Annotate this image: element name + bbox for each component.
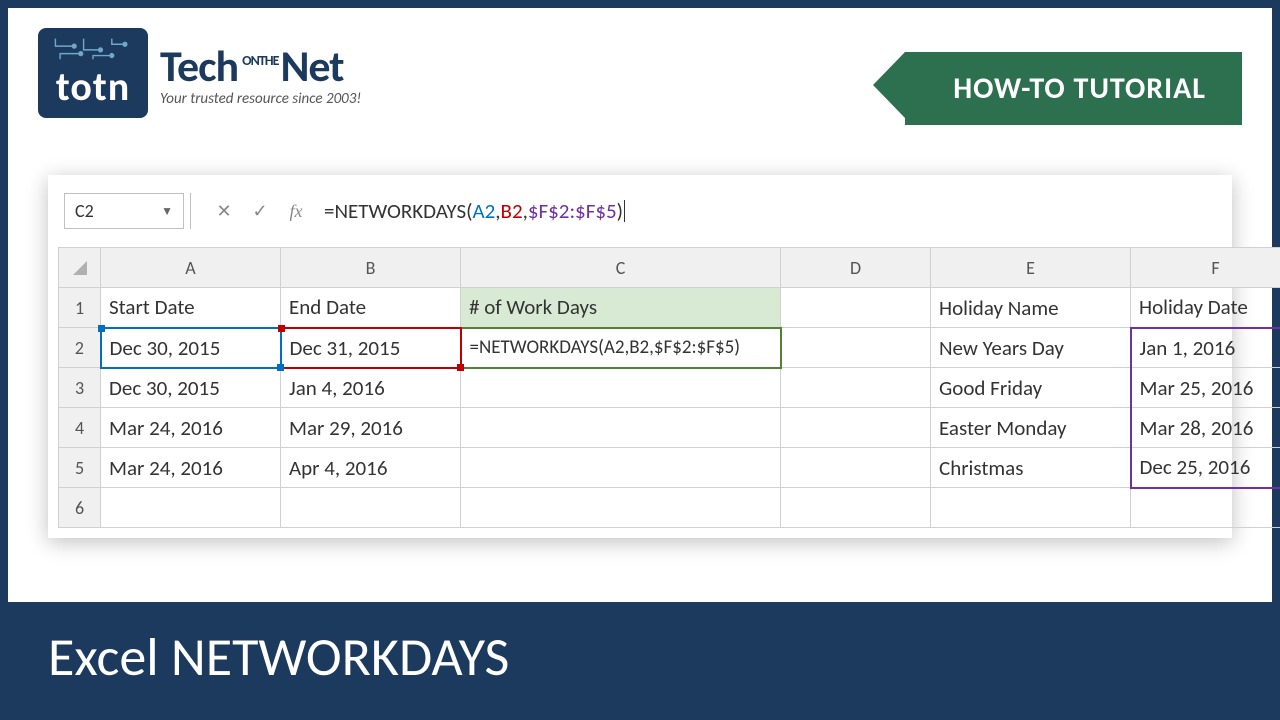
fx-icon[interactable]: fx bbox=[278, 193, 314, 229]
row-header-4[interactable]: 4 bbox=[59, 408, 101, 448]
name-box-value: C2 bbox=[75, 200, 94, 222]
logo-group: totn TechONTHENet Your trusted resource … bbox=[38, 28, 361, 118]
brand-part-on: ON bbox=[242, 54, 259, 68]
cell-b2[interactable]: Dec 31, 2015 bbox=[281, 328, 461, 368]
cell-c2[interactable]: =NETWORKDAYS(A2,B2,$F$2:$F$5) bbox=[461, 328, 781, 368]
row-header-5[interactable]: 5 bbox=[59, 448, 101, 488]
cell-f2[interactable]: Jan 1, 2016 bbox=[1131, 328, 1280, 368]
spreadsheet: C2 ▼ ✕ ✓ fx =NETWORKDAYS(A2,B2,$F$2:$F$5… bbox=[48, 175, 1232, 538]
cell-f5[interactable]: Dec 25, 2016 bbox=[1131, 448, 1280, 488]
cell-b3[interactable]: Jan 4, 2016 bbox=[281, 368, 461, 408]
cell-d3[interactable] bbox=[781, 368, 931, 408]
cell-d5[interactable] bbox=[781, 448, 931, 488]
cell-f6[interactable] bbox=[1131, 488, 1280, 528]
enter-icon[interactable]: ✓ bbox=[242, 193, 278, 229]
brand-part-tech: Tech bbox=[160, 39, 238, 93]
formula-ref-f: $F$2:$F$5 bbox=[528, 198, 617, 224]
cell-e2[interactable]: New Years Day bbox=[931, 328, 1131, 368]
cell-c4[interactable] bbox=[461, 408, 781, 448]
cancel-icon[interactable]: ✕ bbox=[206, 193, 242, 229]
brand-part-the: THE bbox=[259, 54, 279, 68]
cell-b1[interactable]: End Date bbox=[281, 288, 461, 328]
cell-e4[interactable]: Easter Monday bbox=[931, 408, 1131, 448]
cell-d6[interactable] bbox=[781, 488, 931, 528]
cell-c6[interactable] bbox=[461, 488, 781, 528]
cell-f4[interactable]: Mar 28, 2016 bbox=[1131, 408, 1280, 448]
row-header-3[interactable]: 3 bbox=[59, 368, 101, 408]
cell-c5[interactable] bbox=[461, 448, 781, 488]
dropdown-icon[interactable]: ▼ bbox=[161, 204, 173, 219]
row-header-6[interactable]: 6 bbox=[59, 488, 101, 528]
grid[interactable]: A B C D E F 1 Start Date End Date # of W… bbox=[58, 247, 1280, 528]
col-header-c[interactable]: C bbox=[461, 248, 781, 288]
cell-a3[interactable]: Dec 30, 2015 bbox=[101, 368, 281, 408]
cell-a4[interactable]: Mar 24, 2016 bbox=[101, 408, 281, 448]
header: totn TechONTHENet Your trusted resource … bbox=[8, 8, 1272, 135]
logo-box: totn bbox=[38, 28, 148, 118]
col-header-b[interactable]: B bbox=[281, 248, 461, 288]
formula-close: ) bbox=[617, 198, 623, 224]
ribbon-label: HOW-TO TUTORIAL bbox=[905, 52, 1242, 125]
tagline: Your trusted resource since 2003! bbox=[160, 90, 361, 108]
formula-bar: C2 ▼ ✕ ✓ fx =NETWORKDAYS(A2,B2,$F$2:$F$5… bbox=[58, 193, 1222, 229]
brand-part-net: Net bbox=[280, 39, 343, 93]
cell-d4[interactable] bbox=[781, 408, 931, 448]
cell-e1[interactable]: Holiday Name bbox=[931, 288, 1131, 328]
brand-title: TechONTHENet bbox=[160, 44, 361, 88]
cell-b4[interactable]: Mar 29, 2016 bbox=[281, 408, 461, 448]
cell-a2[interactable]: Dec 30, 2015 bbox=[101, 328, 281, 368]
circuit-icon bbox=[46, 36, 140, 60]
row-header-2[interactable]: 2 bbox=[59, 328, 101, 368]
cell-e5[interactable]: Christmas bbox=[931, 448, 1131, 488]
cell-c1[interactable]: # of Work Days bbox=[461, 288, 781, 328]
col-header-a[interactable]: A bbox=[101, 248, 281, 288]
cell-a5[interactable]: Mar 24, 2016 bbox=[101, 448, 281, 488]
name-box[interactable]: C2 ▼ bbox=[64, 193, 184, 229]
formula-input[interactable]: =NETWORKDAYS(A2,B2,$F$2:$F$5) bbox=[314, 193, 1216, 229]
formula-ref-a: A2 bbox=[472, 198, 495, 224]
cell-c3[interactable] bbox=[461, 368, 781, 408]
cell-f1[interactable]: Holiday Date bbox=[1131, 288, 1280, 328]
select-all-corner[interactable] bbox=[59, 248, 101, 288]
cell-e6[interactable] bbox=[931, 488, 1131, 528]
cell-d1[interactable] bbox=[781, 288, 931, 328]
cell-a1[interactable]: Start Date bbox=[101, 288, 281, 328]
row-header-1[interactable]: 1 bbox=[59, 288, 101, 328]
cell-f3[interactable]: Mar 25, 2016 bbox=[1131, 368, 1280, 408]
col-header-d[interactable]: D bbox=[781, 248, 931, 288]
formula-ref-b: B2 bbox=[501, 198, 523, 224]
brand: TechONTHENet Your trusted resource since… bbox=[160, 28, 361, 108]
cell-d2[interactable] bbox=[781, 328, 931, 368]
cell-e3[interactable]: Good Friday bbox=[931, 368, 1131, 408]
formula-prefix: =NETWORKDAYS( bbox=[324, 198, 472, 224]
cell-a6[interactable] bbox=[101, 488, 281, 528]
cell-b5[interactable]: Apr 4, 2016 bbox=[281, 448, 461, 488]
col-header-e[interactable]: E bbox=[931, 248, 1131, 288]
col-header-f[interactable]: F bbox=[1131, 248, 1280, 288]
cell-b6[interactable] bbox=[281, 488, 461, 528]
footer-title: Excel NETWORKDAYS bbox=[8, 602, 1272, 712]
logo-text: totn bbox=[56, 62, 130, 111]
ribbon: HOW-TO TUTORIAL bbox=[905, 52, 1242, 125]
